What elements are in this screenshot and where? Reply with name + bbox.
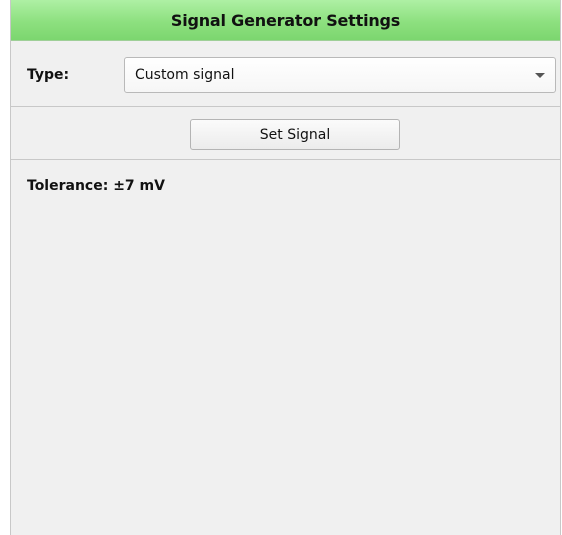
type-select-value: Custom signal (135, 67, 235, 83)
chevron-down-icon[interactable] (535, 73, 545, 78)
type-select[interactable]: Custom signal (124, 57, 556, 93)
signal-generator-settings-panel: Signal Generator Settings Type: Custom s… (10, 0, 561, 535)
set-signal-button[interactable]: Set Signal (190, 119, 400, 150)
set-signal-row: Set Signal (11, 107, 560, 160)
type-row: Type: Custom signal (11, 41, 560, 107)
panel-header: Signal Generator Settings (11, 0, 560, 41)
panel-title: Signal Generator Settings (170, 10, 401, 30)
tolerance-text: Tolerance: ±7 mV (27, 178, 165, 194)
type-label: Type: (27, 67, 70, 83)
